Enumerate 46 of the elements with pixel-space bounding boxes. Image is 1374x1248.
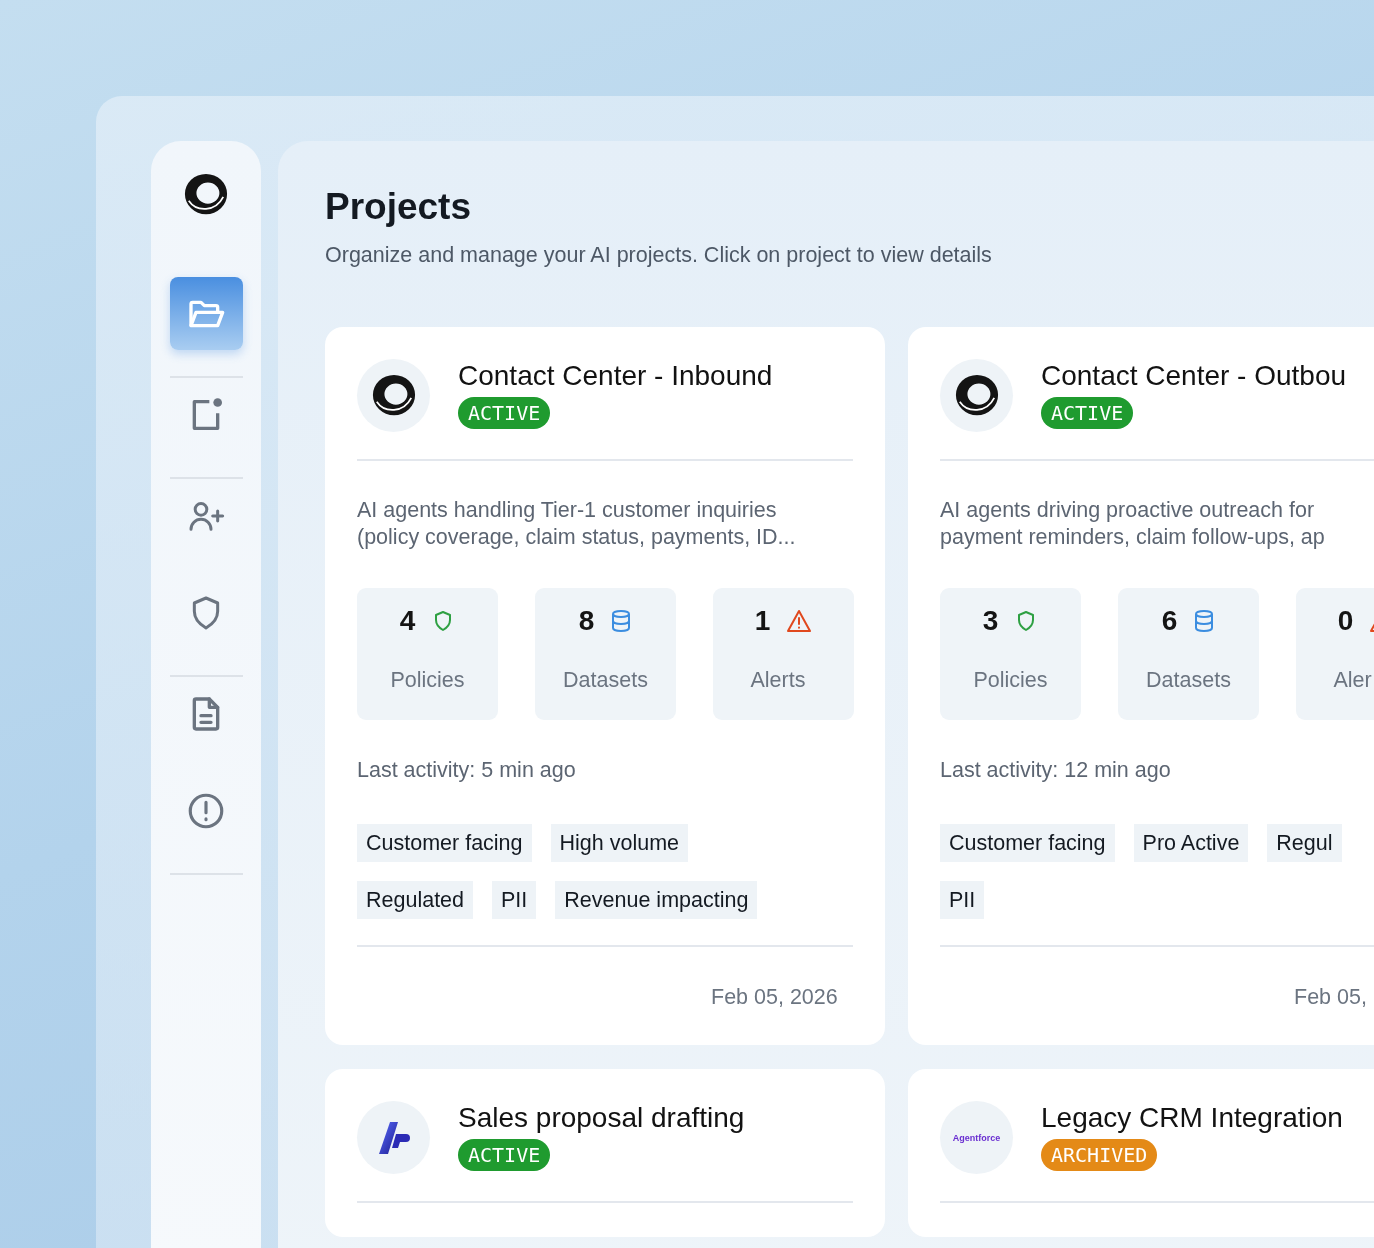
tag: Regulated xyxy=(357,881,474,919)
project-card[interactable]: Agentforce Legacy CRM Integration ARCHIVED xyxy=(908,1069,1374,1237)
project-description: AI agents handling Tier-1 customer inquiries (policy coverage, claim status, payments, ID... xyxy=(357,497,796,551)
last-activity: Last activity: 5 min ago xyxy=(357,757,576,784)
status-badge: ARCHIVED xyxy=(1041,1139,1158,1171)
stat-label: Alerts xyxy=(750,668,806,692)
stat-value: 6 xyxy=(1161,605,1178,637)
tag: Revenue impacting xyxy=(555,881,758,919)
tag: PII xyxy=(940,881,985,919)
warning-icon xyxy=(786,609,813,633)
project-card[interactable] xyxy=(325,327,885,1045)
logo-wordmark: Agentforce xyxy=(952,1132,1001,1143)
stat-label: Aler xyxy=(1333,668,1372,692)
project-date: Feb 05, 2026 xyxy=(711,985,838,1009)
project-title: Contact Center - Inbound xyxy=(458,359,773,393)
project-card[interactable] xyxy=(908,327,1374,1045)
stat-value: 0 xyxy=(1337,605,1354,637)
database-icon xyxy=(1193,609,1216,633)
project-card[interactable]: Sales proposal drafting ACTIVE xyxy=(325,1069,885,1237)
project-title: Legacy CRM Integration xyxy=(1041,1101,1343,1135)
project-title: Contact Center - Outbou xyxy=(1041,359,1347,393)
stat-value: 1 xyxy=(754,605,771,637)
tag: Regul xyxy=(1267,824,1342,862)
tag: Pro Active xyxy=(1133,824,1249,862)
project-title: Sales proposal drafting xyxy=(458,1101,745,1135)
stat-label: Policies xyxy=(390,668,465,692)
tag: PII xyxy=(492,881,537,919)
status-badge: ACTIVE xyxy=(458,397,551,429)
database-icon xyxy=(610,609,633,633)
stat-value: 4 xyxy=(399,605,416,637)
stat-label: Datasets xyxy=(563,668,648,692)
page-title: Projects xyxy=(325,185,471,229)
stat-value: 3 xyxy=(982,605,999,637)
sidebar-button[interactable] xyxy=(169,277,243,350)
tag: Customer facing xyxy=(357,824,532,862)
status-badge: ACTIVE xyxy=(458,1139,551,1171)
page-subtitle: Organize and manage your AI projects. Click on project to view details xyxy=(325,242,992,269)
tag: Customer facing xyxy=(940,824,1115,862)
stat-label: Policies xyxy=(973,668,1048,692)
project-description: AI agents driving proactive outreach for payment reminders, claim follow-ups, ap xyxy=(940,497,1325,551)
status-badge: ACTIVE xyxy=(1041,397,1134,429)
stat-value: 8 xyxy=(578,605,595,637)
last-activity: Last activity: 12 min ago xyxy=(940,757,1171,784)
project-date: Feb 05, xyxy=(1294,985,1367,1009)
tag: High volume xyxy=(550,824,689,862)
stat-label: Datasets xyxy=(1146,668,1231,692)
